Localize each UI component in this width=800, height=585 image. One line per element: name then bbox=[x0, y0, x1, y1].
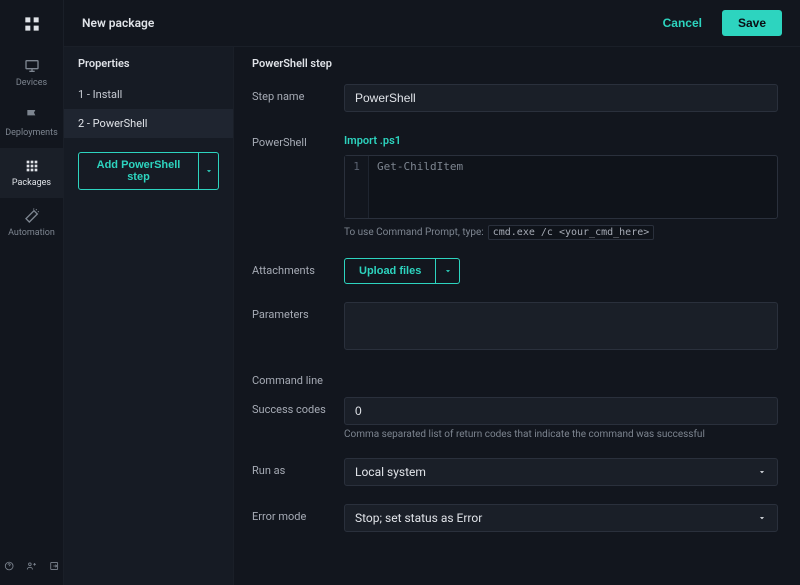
cmd-hint-code: cmd.exe /c <your_cmd_here> bbox=[488, 225, 655, 240]
step-item-powershell[interactable]: 2 - PowerShell bbox=[64, 109, 233, 138]
cmd-hint-text: To use Command Prompt, type: bbox=[344, 227, 484, 238]
nav-label: Devices bbox=[16, 78, 47, 88]
success-codes-label: Success codes bbox=[252, 397, 344, 440]
flag-icon bbox=[24, 108, 40, 124]
cancel-button[interactable]: Cancel bbox=[651, 10, 714, 36]
chevron-down-icon bbox=[757, 467, 767, 477]
chevron-down-icon bbox=[757, 513, 767, 523]
error-mode-label: Error mode bbox=[252, 504, 344, 532]
parameters-input[interactable] bbox=[344, 302, 778, 350]
exit-icon[interactable] bbox=[49, 559, 59, 573]
step-name-label: Step name bbox=[252, 84, 344, 112]
add-step-button[interactable]: Add PowerShell step bbox=[78, 152, 199, 190]
run-as-value: Local system bbox=[355, 465, 426, 479]
import-ps1-link[interactable]: Import .ps1 bbox=[344, 130, 401, 155]
command-line-label: Command line bbox=[252, 368, 344, 387]
nav-packages[interactable]: Packages bbox=[0, 148, 63, 198]
code-editor[interactable]: 1 Get-ChildItem bbox=[344, 155, 778, 219]
code-content[interactable]: Get-ChildItem bbox=[369, 156, 777, 218]
nav-devices[interactable]: Devices bbox=[0, 48, 63, 98]
step-name-input[interactable] bbox=[344, 84, 778, 112]
chevron-down-icon bbox=[204, 166, 214, 176]
success-codes-input[interactable] bbox=[344, 397, 778, 425]
page-title: New package bbox=[82, 16, 651, 30]
parameters-label: Parameters bbox=[252, 302, 344, 350]
grid-icon bbox=[24, 158, 40, 174]
form-panel: PowerShell step Step name PowerShell Imp… bbox=[234, 47, 800, 585]
run-as-select[interactable]: Local system bbox=[344, 458, 778, 486]
header: New package Cancel Save bbox=[64, 0, 800, 47]
help-icon[interactable] bbox=[4, 559, 14, 573]
main-panel: New package Cancel Save Properties 1 - I… bbox=[64, 0, 800, 585]
steps-panel: Properties 1 - Install 2 - PowerShell Ad… bbox=[64, 47, 234, 585]
properties-heading: Properties bbox=[64, 47, 233, 80]
save-button[interactable]: Save bbox=[722, 10, 782, 36]
app-sidebar: Devices Deployments Packages Automation bbox=[0, 0, 64, 585]
error-mode-select[interactable]: Stop; set status as Error bbox=[344, 504, 778, 532]
add-user-icon[interactable] bbox=[26, 559, 36, 573]
run-as-label: Run as bbox=[252, 458, 344, 486]
monitor-icon bbox=[24, 58, 40, 74]
form-title: PowerShell step bbox=[252, 57, 778, 84]
wand-icon bbox=[24, 208, 40, 224]
powershell-label: PowerShell bbox=[252, 130, 344, 240]
error-mode-value: Stop; set status as Error bbox=[355, 511, 482, 525]
attachments-label: Attachments bbox=[252, 258, 344, 284]
line-number: 1 bbox=[345, 156, 369, 218]
nav-automation[interactable]: Automation bbox=[0, 198, 63, 248]
nav-label: Automation bbox=[8, 228, 55, 238]
nav-label: Packages bbox=[12, 178, 51, 188]
chevron-down-icon bbox=[443, 266, 453, 276]
nav-label: Deployments bbox=[5, 128, 57, 138]
add-step-dropdown[interactable] bbox=[199, 152, 219, 190]
success-codes-helper: Comma separated list of return codes tha… bbox=[344, 429, 778, 440]
logo bbox=[0, 0, 63, 48]
upload-files-button[interactable]: Upload files bbox=[344, 258, 436, 284]
upload-dropdown[interactable] bbox=[436, 258, 460, 284]
nav-deployments[interactable]: Deployments bbox=[0, 98, 63, 148]
step-item-install[interactable]: 1 - Install bbox=[64, 80, 233, 109]
